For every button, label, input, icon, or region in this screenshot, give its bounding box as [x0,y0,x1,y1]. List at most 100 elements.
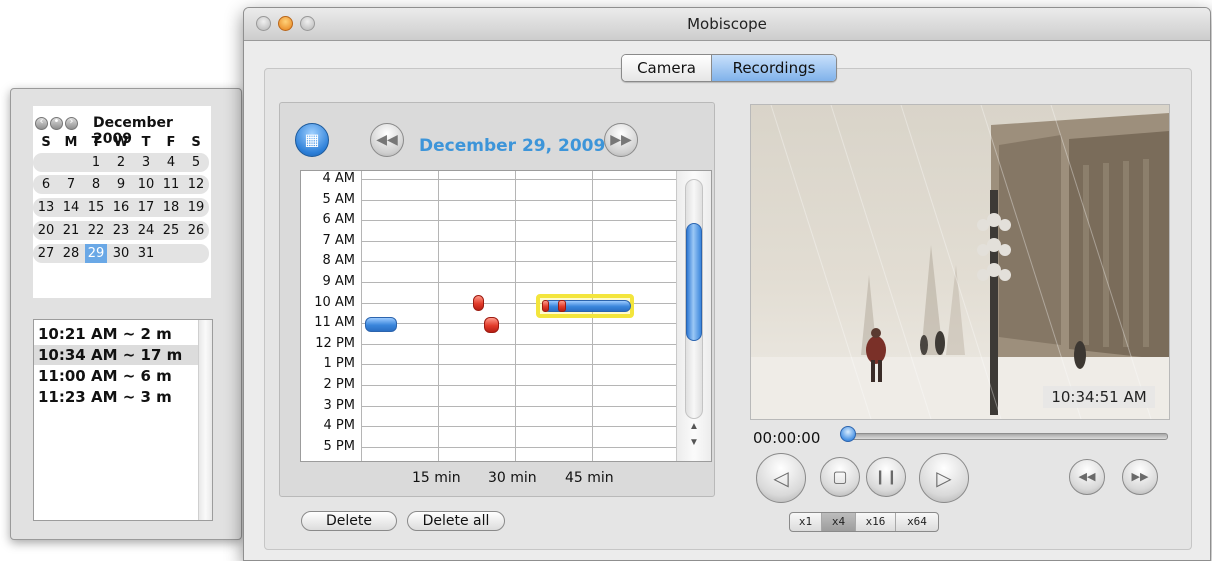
calendar-prev-icon[interactable]: ‹ [35,116,48,130]
delete-button[interactable]: Delete [301,511,397,531]
speed-x16[interactable]: x16 [856,513,896,531]
playback-slider-knob[interactable] [840,426,856,442]
minute-label: 30 min [488,470,537,486]
hour-gridline [361,385,676,386]
hour-label: 6 AM [322,212,355,227]
calendar-day[interactable]: 26 [185,221,207,240]
calendar-day[interactable]: 6 [35,175,57,194]
hour-gridline [361,364,676,365]
hour-gridline [361,261,676,262]
calendar-day[interactable]: 17 [135,198,157,217]
speed-x1[interactable]: x1 [790,513,822,531]
calendar-day[interactable]: 2 [110,153,132,172]
recording-list-item[interactable]: 11:00 AM ~ 6 m [34,366,198,386]
list-scrollbar[interactable] [198,320,212,520]
event-marker[interactable] [558,300,566,312]
calendar-day [60,153,82,172]
calendar-week-row: 20 21 22 23 24 25 26 [33,221,209,240]
recording-segment-selected[interactable] [543,300,631,312]
next-day-button[interactable]: ▶▶ [604,123,638,157]
calendar-day[interactable]: 18 [160,198,182,217]
play-button[interactable]: ▷ [919,453,969,503]
calendar-weekday: S [191,135,201,150]
calendar-day[interactable]: 27 [35,244,57,263]
calendar-day-selected[interactable]: 29 [85,244,107,263]
main-window: Mobiscope Camera Recordings ▦ ◀◀ Decembe… [243,7,1211,561]
rewind-button[interactable]: ◀◀ [1069,459,1105,495]
event-marker[interactable] [542,300,549,312]
scroll-down-icon[interactable]: ▼ [687,437,701,448]
recording-segment[interactable] [365,317,397,332]
calendar-day[interactable]: 25 [160,221,182,240]
calendar-next-icon[interactable]: › [65,116,78,130]
calendar-day[interactable]: 4 [160,153,182,172]
event-marker[interactable] [473,295,484,311]
fast-forward-button[interactable]: ▶▶ [1122,459,1158,495]
rewind-icon: ◀◀ [376,132,398,148]
calendar-day[interactable]: 20 [35,221,57,240]
rewind-icon: ◀◀ [1078,470,1096,483]
stop-button[interactable]: ▢ [820,457,860,497]
calendar-day[interactable]: 1 [85,153,107,172]
calendar-day[interactable]: 31 [135,244,157,263]
video-frame: 10:34:51 AM [750,104,1170,420]
step-back-icon: ◁ [773,466,789,490]
calendar-day[interactable]: 3 [135,153,157,172]
calendar-day[interactable]: 12 [185,175,207,194]
hour-label: 7 AM [322,233,355,248]
previous-day-button[interactable]: ◀◀ [370,123,404,157]
fast-forward-icon: ▶▶ [610,132,632,148]
hour-label: 4 AM [322,171,355,186]
tab-camera[interactable]: Camera [622,55,712,81]
calendar-day [160,244,182,263]
calendar-day[interactable]: 13 [35,198,57,217]
playback-elapsed-time: 00:00:00 [753,429,821,447]
pause-button[interactable]: ❙❙ [866,457,906,497]
calendar-day[interactable]: 8 [85,175,107,194]
calendar-week-row: 6 7 8 9 10 11 12 [33,175,209,194]
calendar-day[interactable]: 14 [60,198,82,217]
calendar-button[interactable]: ▦ [295,123,329,157]
calendar-day[interactable]: 10 [135,175,157,194]
calendar-day[interactable]: 15 [85,198,107,217]
scroll-up-icon[interactable]: ▲ [687,421,701,432]
calendar-day[interactable]: 16 [110,198,132,217]
hour-gridline [361,426,676,427]
playback-slider-track[interactable] [844,433,1168,440]
calendar-day[interactable]: 22 [85,221,107,240]
calendar-day[interactable]: 28 [60,244,82,263]
calendar-weekday: F [166,135,176,150]
speed-x64[interactable]: x64 [896,513,938,531]
recording-list[interactable]: 10:21 AM ~ 2 m 10:34 AM ~ 17 m 11:00 AM ~ … [33,319,213,521]
step-back-button[interactable]: ◁ [756,453,806,503]
calendar-day[interactable]: 9 [110,175,132,194]
calendar-day[interactable]: 7 [60,175,82,194]
calendar-day[interactable]: 11 [160,175,182,194]
calendar-day[interactable]: 5 [185,153,207,172]
recording-list-item[interactable]: 11:23 AM ~ 3 m [34,387,198,407]
calendar-day[interactable]: 21 [60,221,82,240]
scroll-thumb[interactable] [686,223,702,341]
timeline-grid[interactable]: 4 AM 5 AM 6 AM 7 AM 8 AM 9 AM 10 AM 11 AM 12 PM 1… [300,170,712,462]
delete-all-button[interactable]: Delete all [407,511,505,531]
video-timestamp: 10:34:51 AM [1043,386,1155,408]
hour-label: 3 PM [323,398,355,413]
tab-recordings[interactable]: Recordings [712,55,836,81]
pause-icon: ❙❙ [874,469,898,485]
calendar-day[interactable]: 24 [135,221,157,240]
event-marker[interactable] [484,317,499,333]
hour-gridline [361,200,676,201]
calendar-day[interactable]: 23 [110,221,132,240]
calendar-today-icon[interactable]: • [50,116,63,130]
timeline-scrollbar[interactable]: ▲ ▼ [676,171,711,461]
stop-icon: ▢ [832,467,848,486]
calendar-day[interactable]: 19 [185,198,207,217]
recording-list-item[interactable]: 10:21 AM ~ 2 m [34,324,198,344]
minute-gridline [515,171,516,461]
hour-gridline [361,323,676,324]
calendar-day[interactable]: 30 [110,244,132,263]
hour-label: 1 PM [323,356,355,371]
speed-x4[interactable]: x4 [822,513,856,531]
recording-list-item[interactable]: 10:34 AM ~ 17 m [34,345,198,365]
hour-gridline [361,282,676,283]
